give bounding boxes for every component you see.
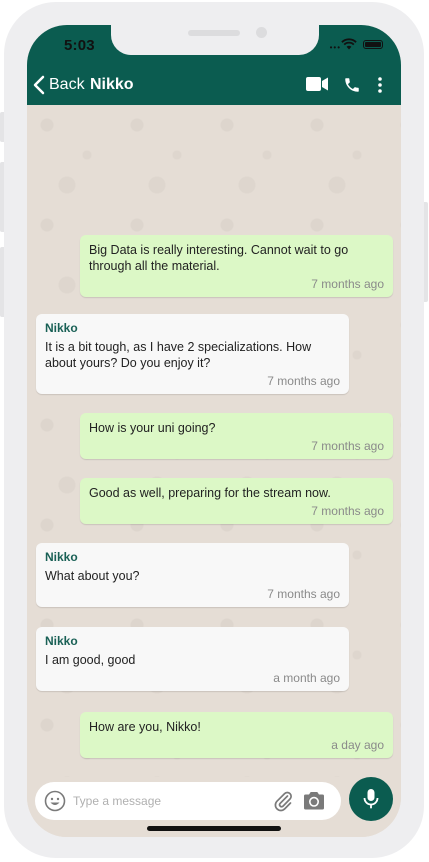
incoming-message[interactable]: Nikko I am good, good a month ago	[36, 627, 349, 691]
incoming-message[interactable]: Nikko What about you? 7 months ago	[36, 543, 349, 607]
microphone-icon	[363, 789, 379, 809]
signal-icon: •••	[329, 43, 341, 52]
notch	[111, 25, 319, 55]
chat-nav: Back Nikko	[27, 73, 401, 99]
wifi-icon	[341, 38, 357, 50]
message-time: a month ago	[273, 671, 340, 685]
message-input[interactable]	[73, 792, 263, 810]
message-text: Good as well, preparing for the stream n…	[89, 486, 331, 500]
video-camera-icon[interactable]	[305, 76, 329, 92]
side-button	[0, 162, 4, 232]
side-button	[424, 202, 428, 302]
camera-icon[interactable]	[302, 790, 326, 812]
message-text: It is a bit tough, as I have 2 specializ…	[45, 340, 312, 370]
composer-bar	[27, 777, 401, 837]
outgoing-message[interactable]: How is your uni going? 7 months ago	[80, 413, 393, 459]
message-time: 7 months ago	[267, 587, 340, 601]
sender-name: Nikko	[45, 634, 78, 648]
outgoing-message[interactable]: How are you, Nikko! a day ago	[80, 712, 393, 758]
home-indicator[interactable]	[147, 826, 281, 831]
side-button	[0, 247, 4, 317]
outgoing-message[interactable]: Big Data is really interesting. Cannot w…	[80, 235, 393, 297]
message-list[interactable]: Big Data is really interesting. Cannot w…	[27, 105, 401, 777]
phone-icon[interactable]	[343, 76, 361, 94]
contact-name[interactable]: Nikko	[90, 76, 134, 94]
chat-header: 5:03 ••• Back Nikko	[27, 25, 401, 105]
side-button	[0, 112, 4, 142]
outgoing-message[interactable]: Good as well, preparing for the stream n…	[80, 478, 393, 524]
emoji-icon[interactable]	[44, 790, 66, 812]
message-time: 7 months ago	[267, 374, 340, 388]
message-text: Big Data is really interesting. Cannot w…	[89, 243, 349, 273]
message-text: I am good, good	[45, 653, 136, 667]
back-button[interactable]: Back	[33, 73, 85, 97]
paperclip-icon[interactable]	[272, 790, 294, 812]
message-text: What about you?	[45, 569, 140, 583]
chevron-left-icon	[33, 75, 45, 95]
speaker	[188, 30, 240, 36]
message-text: How is your uni going?	[89, 421, 216, 435]
status-bar-time: 5:03	[64, 37, 95, 54]
battery-icon	[363, 40, 383, 49]
message-text: How are you, Nikko!	[89, 720, 201, 734]
incoming-message[interactable]: Nikko It is a bit tough, as I have 2 spe…	[36, 314, 349, 394]
more-vertical-icon[interactable]	[377, 76, 383, 94]
message-time: 7 months ago	[311, 439, 384, 453]
phone-screen: 5:03 ••• Back Nikko Big Data is really i…	[27, 25, 401, 837]
sender-name: Nikko	[45, 550, 78, 564]
message-time: 7 months ago	[311, 277, 384, 291]
message-time: 7 months ago	[311, 504, 384, 518]
message-time: a day ago	[331, 738, 384, 752]
message-input-container	[35, 782, 341, 820]
sender-name: Nikko	[45, 321, 78, 335]
microphone-button[interactable]	[349, 777, 393, 821]
front-camera	[256, 27, 267, 38]
back-label: Back	[49, 76, 85, 93]
